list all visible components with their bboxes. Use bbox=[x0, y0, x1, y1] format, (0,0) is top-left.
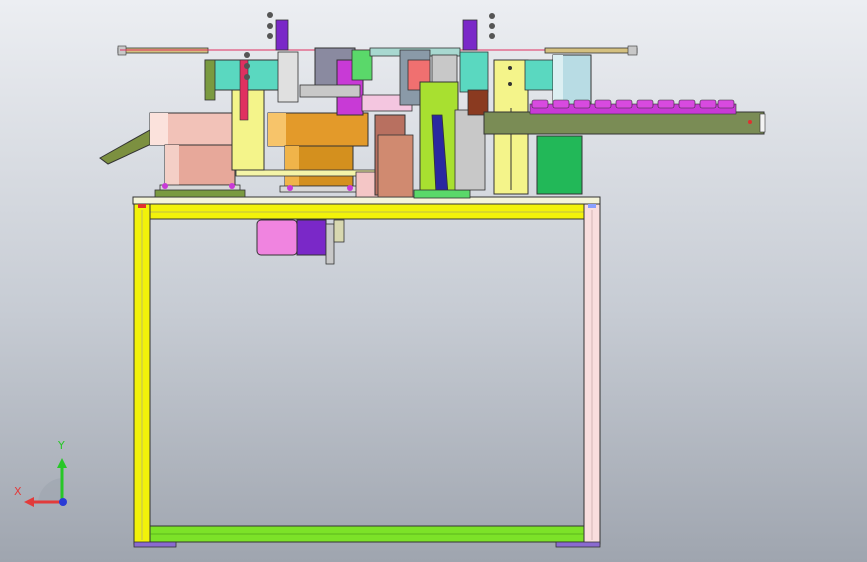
y-axis-label: Y bbox=[58, 439, 65, 452]
machine-model[interactable] bbox=[0, 0, 867, 562]
right-drum bbox=[552, 54, 592, 106]
right-top-cylinder bbox=[459, 13, 495, 116]
table-frame bbox=[132, 196, 601, 548]
axis-triad: Y X bbox=[10, 440, 80, 510]
cad-viewport[interactable]: Y X bbox=[0, 0, 867, 562]
x-axis-label: X bbox=[14, 485, 22, 498]
right-rod bbox=[544, 45, 638, 56]
triad-arrows bbox=[24, 458, 67, 507]
drive-motor[interactable] bbox=[256, 219, 345, 265]
